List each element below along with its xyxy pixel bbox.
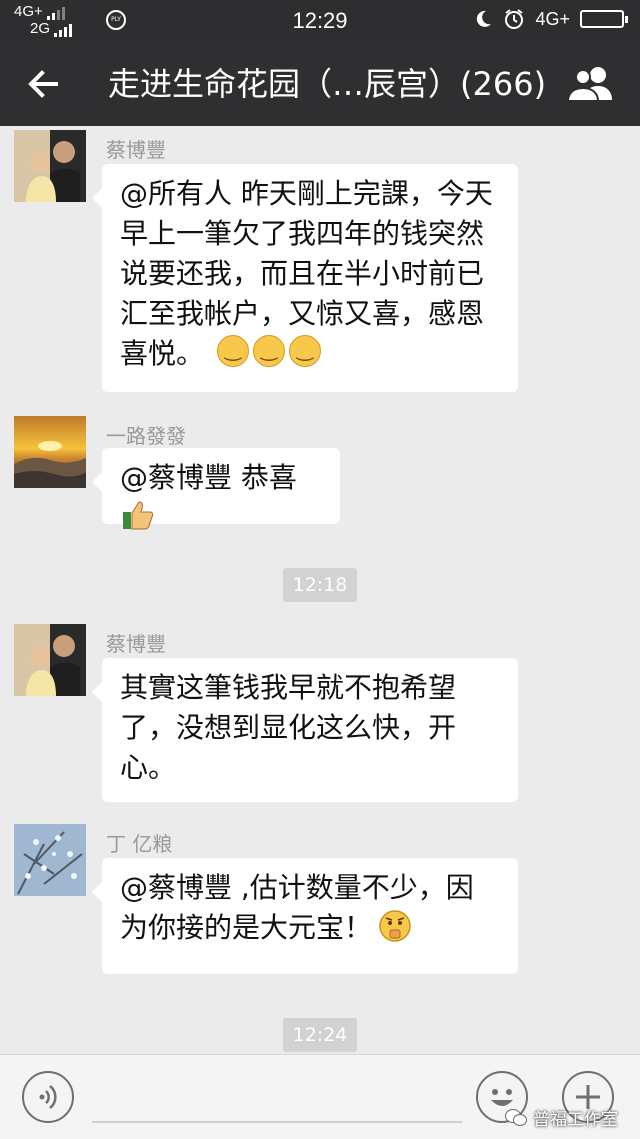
message-bubble[interactable]: @所有人 昨天剛上完課，今天早上一筆欠了我四年的钱突然说要还我，而且在半小时前已… [92,164,518,392]
battery-icon [580,10,628,28]
timestamp: 12:24 [283,1018,357,1052]
alarm-icon [505,9,524,29]
voice-input-button[interactable] [22,1071,74,1123]
avatar[interactable] [14,130,86,202]
message-bubble[interactable]: 其實这筆钱我早就不抱希望了，没想到显化这么快，开心。 [92,658,518,802]
thinking-emoji-icon [379,910,411,942]
group-info-icon[interactable] [566,64,616,104]
sender-name: 蔡博豐 [106,138,166,162]
back-arrow-icon[interactable] [22,62,66,106]
avatar-image [14,130,86,202]
timestamp: 12:18 [283,568,357,602]
watermark-text: 普福工作室 [533,1110,618,1130]
smile-emoji-icon [252,334,285,367]
sender-name: 丁 亿粮 [106,832,173,856]
avatar-image [14,416,86,488]
avatar-image [14,624,86,696]
moon-icon [477,10,492,27]
smile-emoji-icon [216,334,249,367]
watermark: 普福工作室 [505,1105,618,1130]
message-bubble[interactable]: @蔡博豐 ,估计数量不少，因为你接的是大元宝！ [92,858,518,974]
chat-header: 走进生命花园（…辰宫）(266) [0,42,640,126]
avatar[interactable] [14,624,86,696]
network-type-right: 4G+ [535,8,570,29]
avatar[interactable] [14,416,86,488]
avatar[interactable] [14,824,86,896]
message-text: @蔡博豐 ,估计数量不少，因为你接的是大元宝！ [120,871,474,944]
message-list[interactable]: 蔡博豐 @所有人 昨天剛上完課，今天早上一筆欠了我四年的钱突然说要还我，而且在半… [0,126,640,1054]
message-input[interactable] [92,1121,462,1123]
message-text: @蔡博豐 恭喜 [120,461,297,494]
wechat-logo-icon [505,1108,527,1126]
input-bar: 普福工作室 [0,1054,640,1139]
chat-title: 走进生命花园（…辰宫）(266) [108,65,547,103]
thumbs-up-emoji-icon [123,501,154,530]
sender-name: 一路發發 [106,424,186,448]
status-bar: 4G+ 2G PLY 12:29 4G+ [0,0,640,42]
avatar-image [14,824,86,896]
sender-name: 蔡博豐 [106,632,166,656]
message-bubble[interactable]: @蔡博豐 恭喜 [92,448,340,530]
status-icons: 4G+ [473,8,628,30]
voice-icon [39,1085,57,1109]
smile-emoji-icon [288,334,321,367]
message-text: 其實这筆钱我早就不抱希望了，没想到显化这么快，开心。 [120,671,457,784]
